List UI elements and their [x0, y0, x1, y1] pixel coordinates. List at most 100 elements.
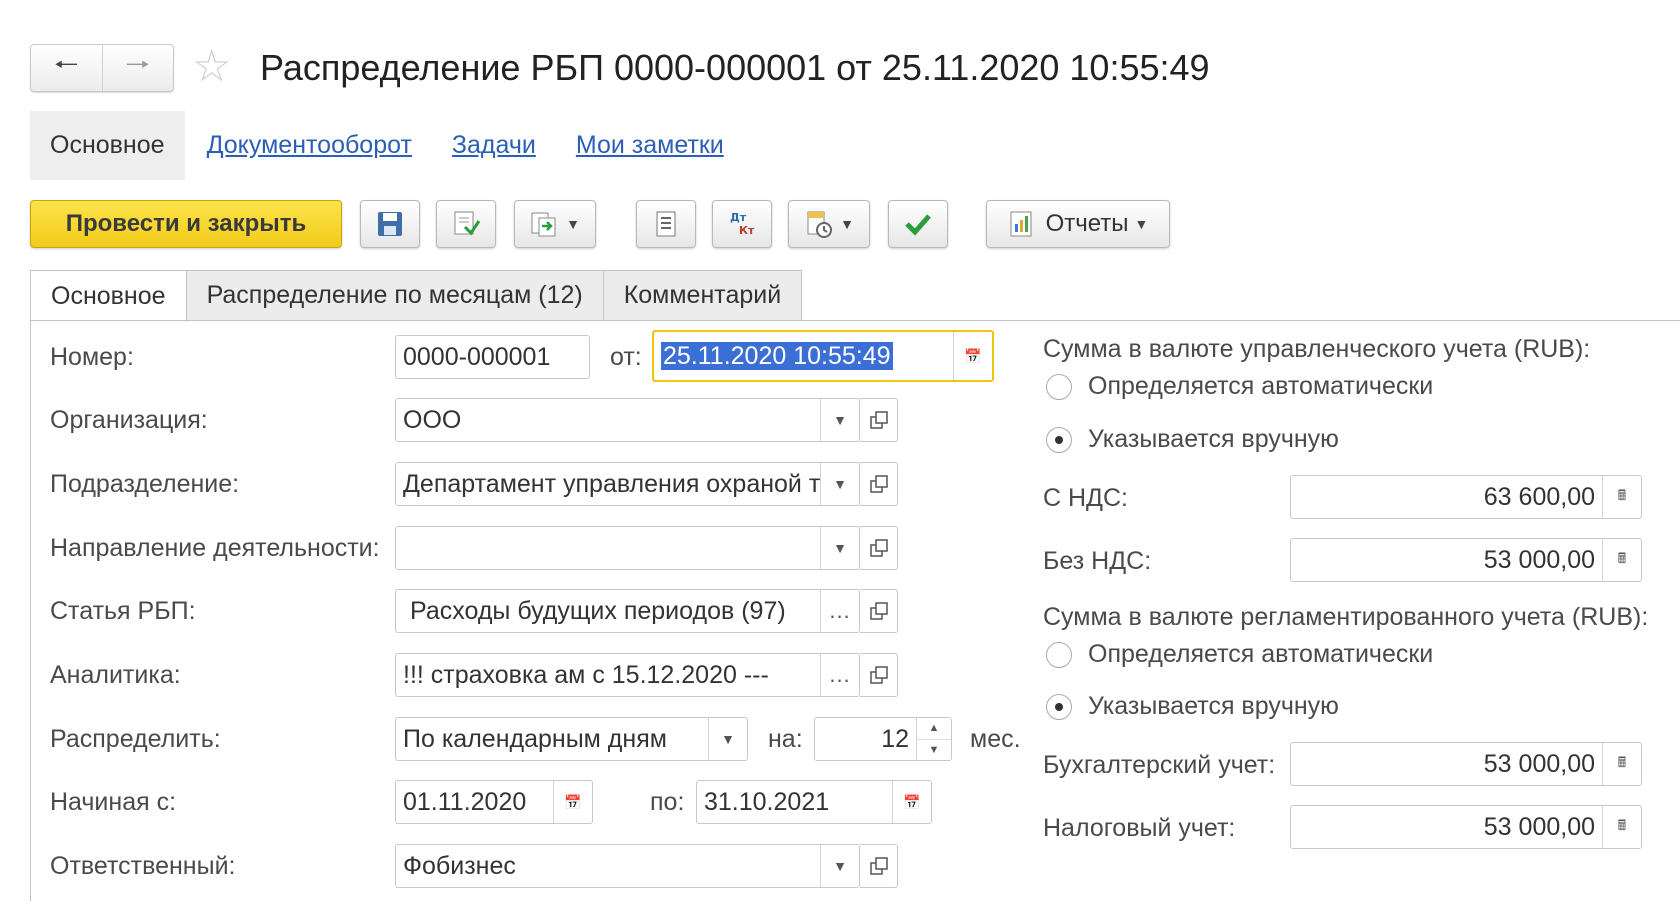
responsible-field[interactable]: Фобизнес ▼	[395, 844, 860, 888]
forward-arrow-icon: 🠒	[125, 49, 150, 80]
calendar-icon[interactable]: 📅	[553, 781, 592, 823]
favorite-star-icon[interactable]: ☆	[192, 44, 231, 90]
select-button[interactable]: ...	[820, 654, 859, 696]
date-field[interactable]: 25.11.2020 10:55:49 📅	[652, 330, 994, 382]
number-label: Номер:	[50, 343, 134, 371]
start-date-field[interactable]: 01.11.2020 📅	[395, 780, 593, 824]
vat-amount-field[interactable]: 63 600,00 🖩	[1290, 475, 1642, 519]
mgmt-auto-label: Определяется автоматически	[1088, 372, 1434, 400]
analytics-field[interactable]: !!! страховка ам с 15.12.2020 --- ...	[395, 653, 860, 697]
post-and-close-button[interactable]: Провести и закрыть	[30, 200, 342, 248]
analytics-open-button[interactable]	[860, 653, 898, 697]
print-icon	[807, 211, 833, 238]
mgmt-radio-auto[interactable]: Определяется автоматически	[1046, 372, 1433, 401]
novat-value: 53 000,00	[1483, 545, 1595, 574]
dropdown-arrow-icon: ▼	[840, 216, 854, 232]
mgmt-radio-manual[interactable]: Указывается вручную	[1046, 425, 1339, 454]
open-icon	[869, 411, 888, 429]
page-title: Распределение РБП 0000-000001 от 25.11.2…	[260, 47, 1210, 88]
accounting-label: Бухгалтерский учет:	[1043, 751, 1276, 779]
dropdown-arrow-icon[interactable]: ▼	[708, 718, 747, 760]
number-value: 0000-000001	[403, 342, 551, 371]
vat-value: 63 600,00	[1483, 482, 1595, 511]
article-open-button[interactable]	[860, 589, 898, 633]
print-button[interactable]: ▼	[788, 200, 870, 248]
calculator-icon[interactable]: 🖩	[1602, 539, 1641, 581]
calendar-icon[interactable]: 📅	[953, 332, 992, 380]
topnav-notes[interactable]: Мои заметки	[576, 131, 724, 160]
back-arrow-icon: 🠐	[54, 49, 79, 80]
dropdown-arrow-icon[interactable]: ▼	[820, 845, 859, 887]
dropdown-arrow-icon[interactable]: ▼	[820, 399, 859, 441]
save-button[interactable]	[360, 200, 420, 248]
novat-amount-field[interactable]: 53 000,00 🖩	[1290, 538, 1642, 582]
post-button[interactable]	[436, 200, 496, 248]
distribute-select[interactable]: По календарным дням ▼	[395, 717, 748, 761]
topnav-docflow[interactable]: Документооборот	[207, 131, 412, 160]
accounting-amount-field[interactable]: 53 000,00 🖩	[1290, 742, 1642, 786]
form-tabs: Основное Распределение по месяцам (12) К…	[30, 270, 803, 322]
dropdown-arrow-icon[interactable]: ▼	[820, 463, 859, 505]
reports-icon	[1010, 211, 1032, 237]
responsible-open-button[interactable]	[860, 844, 898, 888]
months-unit: мес.	[970, 725, 1021, 753]
reports-label: Отчеты	[1045, 210, 1129, 237]
direction-field[interactable]: ▼	[395, 526, 860, 570]
end-date-field[interactable]: 31.10.2021 📅	[696, 780, 932, 824]
dept-field[interactable]: Департамент управления охраной тру, ▼	[395, 462, 860, 506]
topnav-main[interactable]: Основное	[30, 110, 185, 180]
dropdown-arrow-icon[interactable]: ▼	[820, 527, 859, 569]
distribute-value: По календарным дням	[403, 724, 667, 753]
org-open-button[interactable]	[860, 398, 898, 442]
org-field[interactable]: ООО ▼	[395, 398, 860, 442]
months-value: 12	[881, 724, 909, 753]
nav-buttons: 🠐 🠒	[30, 44, 174, 92]
direction-open-button[interactable]	[860, 526, 898, 570]
vat-label: С НДС:	[1043, 484, 1128, 512]
list-button[interactable]	[636, 200, 696, 248]
dept-open-button[interactable]	[860, 462, 898, 506]
back-button[interactable]: 🠐	[31, 45, 102, 91]
calculator-icon[interactable]: 🖩	[1602, 743, 1641, 785]
number-field[interactable]: 0000-000001	[395, 335, 590, 379]
list-icon	[656, 211, 676, 237]
forward-button[interactable]: 🠒	[101, 45, 174, 91]
calculator-icon[interactable]: 🖩	[1602, 806, 1641, 848]
spinner-icon[interactable]: ▲ ▼	[916, 718, 951, 760]
reports-button[interactable]: Отчеты ▼	[986, 200, 1170, 248]
tab-comment[interactable]: Комментарий	[602, 270, 803, 320]
calendar-icon[interactable]: 📅	[892, 781, 931, 823]
reg-manual-label: Указывается вручную	[1088, 692, 1339, 720]
dt-kt-button[interactable]: Дт Кт	[712, 200, 772, 248]
radio-icon	[1046, 373, 1072, 400]
dept-value: Департамент управления охраной тру,	[403, 469, 820, 498]
tax-label: Налоговый учет:	[1043, 814, 1236, 842]
check-button[interactable]	[888, 200, 948, 248]
responsible-label: Ответственный:	[50, 852, 236, 880]
open-icon	[869, 602, 888, 620]
date-label: от:	[610, 343, 642, 371]
top-nav: Основное Документооборот Задачи Мои заме…	[30, 110, 764, 180]
tax-amount-field[interactable]: 53 000,00 🖩	[1290, 805, 1642, 849]
article-field[interactable]: Расходы будущих периодов (97) ...	[395, 589, 860, 633]
reg-radio-auto[interactable]: Определяется автоматически	[1046, 640, 1433, 669]
end-value: 31.10.2021	[704, 787, 830, 816]
open-icon	[869, 857, 888, 875]
create-based-on-button[interactable]: ▼	[514, 200, 596, 248]
to-label: по:	[650, 788, 685, 816]
tab-monthly-distribution[interactable]: Распределение по месяцам (12)	[185, 270, 604, 320]
topnav-tasks[interactable]: Задачи	[452, 131, 536, 160]
open-icon	[869, 539, 888, 557]
novat-label: Без НДС:	[1043, 547, 1152, 575]
dropdown-arrow-icon: ▼	[1134, 216, 1149, 232]
responsible-value: Фобизнес	[403, 851, 516, 880]
save-icon	[378, 212, 402, 236]
article-value: Расходы будущих периодов (97)	[410, 596, 786, 625]
months-stepper[interactable]: 12 ▲ ▼	[814, 717, 952, 761]
start-label: Начиная с:	[50, 788, 177, 816]
calculator-icon[interactable]: 🖩	[1602, 476, 1641, 518]
reg-radio-manual[interactable]: Указывается вручную	[1046, 692, 1339, 721]
select-button[interactable]: ...	[820, 590, 859, 632]
tab-main[interactable]: Основное	[30, 270, 187, 322]
open-icon	[869, 475, 888, 493]
